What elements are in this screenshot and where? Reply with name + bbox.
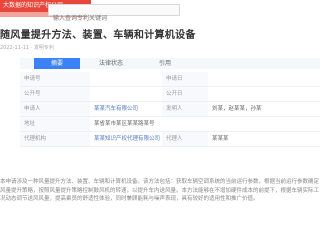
row-label: 公开号 bbox=[20, 87, 90, 101]
row-label: 代理机构 bbox=[20, 132, 90, 146]
top-bar: 大数据的知识产权公司 bbox=[0, 0, 320, 24]
info-row: 地址 某省某市某区某某路某号 bbox=[20, 117, 320, 132]
row-value-2 bbox=[208, 72, 320, 86]
row-value bbox=[90, 87, 160, 101]
row-label: 申请号 bbox=[20, 72, 90, 86]
search-input[interactable] bbox=[49, 13, 179, 24]
row-value bbox=[90, 72, 160, 86]
inventor-list: 刘某，赵某某，孙某 bbox=[212, 106, 262, 112]
patent-meta: 2022-11-11 · 发明专利 bbox=[0, 45, 54, 51]
row-label-2: 代理人 bbox=[162, 132, 208, 146]
tab-bar: 摘要 法律状态 引用 bbox=[20, 58, 320, 69]
row-label-2: 申请日 bbox=[162, 72, 208, 86]
applicant-link[interactable]: 某某汽车有限公司 bbox=[90, 102, 160, 116]
info-row: 代理机构 某某知识产权代理有限公司 代理人 某某某 bbox=[20, 132, 320, 147]
agency-link[interactable]: 某某知识产权代理有限公司 bbox=[90, 132, 160, 146]
row-value-2 bbox=[208, 87, 320, 101]
address-value: 某省某市某区某某路某号 bbox=[94, 121, 155, 127]
page-title: 随风量提升方法、装置、车辆和计算机设备 bbox=[0, 30, 196, 41]
tab-abstract[interactable]: 摘要 bbox=[34, 58, 80, 69]
search-box[interactable] bbox=[48, 4, 180, 24]
info-row: 申请人 某某汽车有限公司 发明人 刘某，赵某某，孙某 bbox=[20, 102, 320, 117]
info-row: 申请号 申请日 bbox=[20, 72, 320, 87]
row-label: 地址 bbox=[20, 117, 90, 131]
tab-legal-status[interactable]: 法律状态 bbox=[88, 58, 134, 69]
tab-citations[interactable]: 引用 bbox=[142, 58, 188, 69]
row-label-2: 发明人 bbox=[162, 102, 208, 116]
abstract-text: 本申请涉及一种风量提升方法、装置、车辆和计算机设备。该方法包括：获取车辆空调系统… bbox=[0, 179, 320, 202]
row-label: 申请人 bbox=[20, 102, 90, 116]
row-label-2: 公开日 bbox=[162, 87, 208, 101]
agent-value: 某某某 bbox=[212, 136, 229, 142]
info-row: 公开号 公开日 bbox=[20, 87, 320, 102]
